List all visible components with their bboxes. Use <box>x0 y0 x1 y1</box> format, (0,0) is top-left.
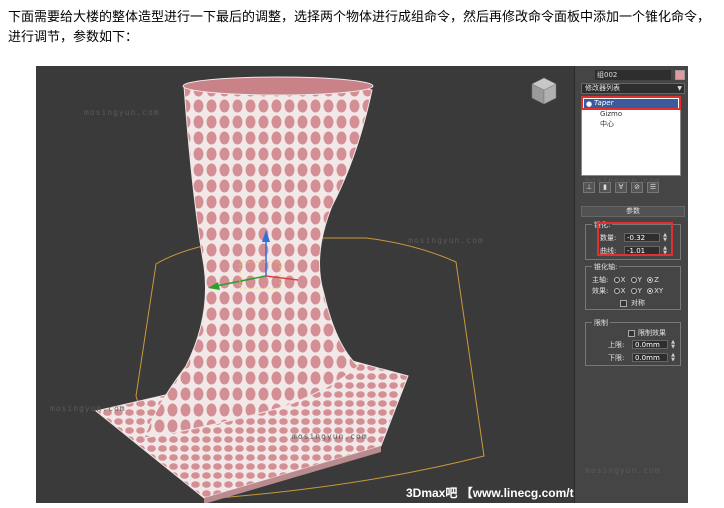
watermark-1: mosingyun.com <box>84 108 160 117</box>
watermark-3: mosingyun.com <box>50 404 126 413</box>
modifier-list-label: 修改器列表 <box>585 84 620 92</box>
highlight-taper <box>581 96 681 110</box>
primary-y-label: Y <box>637 276 642 284</box>
effect-x-label: X <box>620 287 626 295</box>
primary-z-label: Z <box>654 276 659 284</box>
stack-item-gizmo[interactable]: Gizmo <box>600 110 622 119</box>
parameters-rollout-title[interactable]: 参数 <box>581 206 685 217</box>
lower-limit-value: 0.0mm <box>635 354 660 362</box>
symmetry-checkbox[interactable] <box>620 300 627 307</box>
effect-xy-radio[interactable] <box>647 288 654 294</box>
limit-effect-label: 限制效果 <box>638 329 666 337</box>
spinner-arrows-icon[interactable]: ▲ ▼ <box>671 340 675 350</box>
panel-watermark-2: mosingyun.com <box>585 466 661 475</box>
bottom-caption: 3Dmax吧 【www.linecg.com/tieba/1771】 <box>406 486 574 500</box>
primary-axis-row: 主轴: X Y Z <box>592 275 659 285</box>
primary-y-radio[interactable] <box>630 277 637 283</box>
effect-y-radio[interactable] <box>630 288 637 294</box>
lower-limit-label: 下限: <box>608 354 625 362</box>
highlight-taper-params <box>597 222 673 256</box>
lower-limit-spinner[interactable]: 0.0mm ▲ ▼ <box>632 353 675 363</box>
watermark-2: mosingyun.com <box>408 236 484 245</box>
object-color-swatch[interactable] <box>675 70 685 80</box>
primary-x-radio[interactable] <box>613 277 620 283</box>
object-name-field[interactable]: 组002 <box>595 70 671 80</box>
primary-x-label: X <box>620 276 626 284</box>
effect-axis-label: 效果: <box>592 287 609 295</box>
effect-xy-label: XY <box>654 287 664 295</box>
effect-y-label: Y <box>637 287 642 295</box>
limits-group: 限制 限制效果 上限: 0.0mm ▲ ▼ 下限: 0.0mm ▲ ▼ <box>585 318 681 366</box>
object-name-row: 组002 <box>581 70 685 80</box>
chevron-down-icon: ▼ <box>677 85 682 92</box>
taper-axis-label: 锥化轴: <box>592 262 620 272</box>
intro-text: 下面需要给大楼的整体造型进行一下最后的调整，选择两个物体进行成组命令，然后再修改… <box>8 10 711 45</box>
upper-limit-label: 上限: <box>608 341 625 349</box>
stack-item-center[interactable]: 中心 <box>600 120 614 129</box>
limits-group-label: 限制 <box>592 318 610 328</box>
effect-axis-row: 效果: X Y XY <box>592 286 663 296</box>
upper-limit-spinner[interactable]: 0.0mm ▲ ▼ <box>632 340 675 350</box>
viewcube <box>531 77 557 105</box>
modify-command-panel: 组002 修改器列表 ▼ ● Taper Gizmo 中心 ⊥ ▮ ∀ ⊘ ☰ … <box>574 66 688 503</box>
limit-effect-checkbox[interactable] <box>628 330 635 337</box>
primary-axis-label: 主轴: <box>592 276 609 284</box>
watermark-4: mosingyun.com <box>292 432 368 441</box>
symmetry-label: 对称 <box>631 299 645 307</box>
effect-x-radio[interactable] <box>613 288 620 294</box>
primary-z-radio[interactable] <box>647 277 654 283</box>
perspective-viewport[interactable]: mosingyun.com mosingyun.com mosingyun.co… <box>36 66 574 503</box>
upper-limit-value: 0.0mm <box>635 341 660 349</box>
taper-axis-group: 锥化轴: 主轴: X Y Z 效果: X Y XY 对称 <box>585 262 681 310</box>
modifier-list-dropdown[interactable]: 修改器列表 ▼ <box>581 83 685 94</box>
spinner-arrows-icon[interactable]: ▲ ▼ <box>671 353 675 363</box>
tower-top <box>182 76 374 96</box>
panel-watermark-1: mosingyun.com <box>585 176 661 185</box>
